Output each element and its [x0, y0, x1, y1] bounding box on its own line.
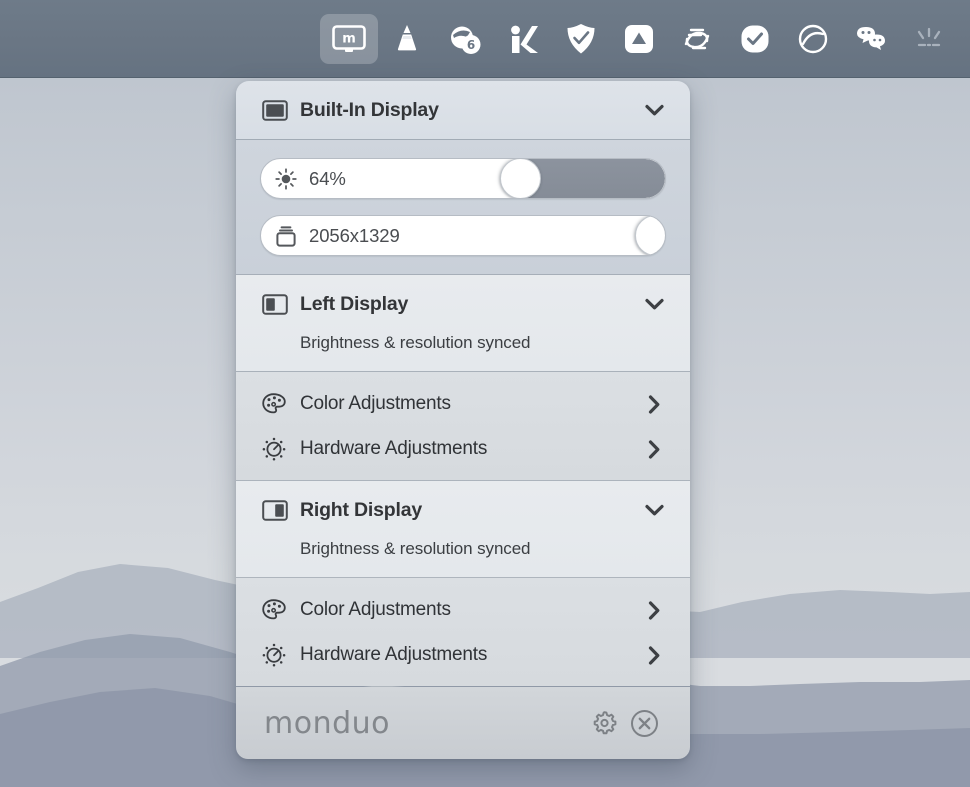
- resolution-slider-thumb[interactable]: [634, 216, 665, 255]
- right-display-subtitle: Brightness & resolution synced: [300, 539, 531, 558]
- close-circle-icon: [630, 709, 658, 737]
- sunbeam-icon: [908, 18, 950, 60]
- svg-text:m: m: [342, 32, 356, 47]
- settings-button[interactable]: [584, 703, 624, 743]
- scroll-reverser-icon: [676, 18, 718, 60]
- resolution-value-label: 2056x1329: [309, 224, 400, 246]
- menubar-item-scroll-reverser[interactable]: [668, 0, 726, 78]
- chevron-right-icon[interactable]: [643, 394, 665, 414]
- right-color-adjustments-row[interactable]: Color Adjustments: [236, 578, 690, 632]
- brightness-slider-fill: [519, 159, 665, 198]
- menu-bar: m 6: [0, 0, 970, 78]
- display-left-icon: [262, 293, 292, 315]
- left-hardware-adjustments-row[interactable]: Hardware Adjustments: [236, 426, 690, 480]
- left-display-title: Left Display: [300, 292, 409, 315]
- display-right-icon: [262, 499, 292, 521]
- todo-check-icon: [734, 18, 776, 60]
- section-left-display: Left Display Brightness & resolution syn…: [236, 275, 690, 371]
- menubar-item-drive[interactable]: [610, 0, 668, 78]
- right-display-header[interactable]: Right Display: [236, 481, 690, 539]
- gear-icon: [593, 710, 616, 734]
- circle-slash-icon: [792, 18, 834, 60]
- panel-footer: monduo: [236, 687, 690, 759]
- menubar-item-wechat[interactable]: [842, 0, 900, 78]
- brightness-slider-thumb[interactable]: [499, 159, 541, 198]
- section-builtin-display: Built-In Display: [236, 81, 690, 139]
- monduo-dropdown-panel: Built-In Display 64% 2056x1329 Left Disp…: [236, 81, 690, 759]
- right-hardware-adjustments-label: Hardware Adjustments: [300, 644, 488, 665]
- section-right-adjustments: Color Adjustments Hardware Adjustments: [236, 578, 690, 686]
- hardware-gauge-icon: [262, 643, 292, 667]
- adguard-icon: [560, 18, 602, 60]
- resolution-slider[interactable]: 2056x1329: [260, 215, 666, 256]
- resolution-stack-icon: [275, 225, 297, 247]
- menubar-item-vlc[interactable]: [378, 0, 436, 78]
- brightness-sun-icon: [275, 167, 297, 190]
- quit-button[interactable]: [624, 703, 664, 743]
- builtin-display-header[interactable]: Built-In Display: [236, 81, 690, 139]
- menubar-item-bartender[interactable]: [784, 0, 842, 78]
- menubar-item-cleaner[interactable]: 6: [436, 0, 494, 78]
- menubar-item-adguard[interactable]: [552, 0, 610, 78]
- palette-icon: [262, 599, 292, 621]
- left-color-adjustments-row[interactable]: Color Adjustments: [236, 372, 690, 426]
- menubar-item-monduo[interactable]: m: [320, 0, 378, 78]
- svg-text:6: 6: [467, 38, 475, 52]
- menubar-item-keka[interactable]: [494, 0, 552, 78]
- right-hardware-adjustments-row[interactable]: Hardware Adjustments: [236, 632, 690, 686]
- chevron-down-icon[interactable]: [643, 504, 665, 516]
- chevron-right-icon[interactable]: [643, 645, 665, 665]
- screen: m 6 Built-In Display 64% 2056x1329 Left …: [0, 0, 970, 787]
- display-builtin-icon: [262, 99, 292, 121]
- right-display-title: Right Display: [300, 498, 422, 521]
- keka-icon: [502, 18, 544, 60]
- chevron-right-icon[interactable]: [643, 439, 665, 459]
- palette-icon: [262, 393, 292, 415]
- section-builtin-sliders: 64% 2056x1329: [236, 140, 690, 274]
- left-hardware-adjustments-label: Hardware Adjustments: [300, 438, 488, 459]
- cleaner-badge-icon: 6: [444, 18, 486, 60]
- monduo-logo: monduo: [264, 705, 391, 741]
- chevron-right-icon[interactable]: [643, 600, 665, 620]
- menubar-item-things[interactable]: [726, 0, 784, 78]
- chevron-down-icon[interactable]: [643, 298, 665, 310]
- left-display-header[interactable]: Left Display: [236, 275, 690, 333]
- section-left-adjustments: Color Adjustments Hardware Adjustments: [236, 372, 690, 480]
- left-color-adjustments-label: Color Adjustments: [300, 393, 451, 414]
- builtin-display-title: Built-In Display: [300, 98, 439, 121]
- hardware-gauge-icon: [262, 437, 292, 461]
- brightness-value-label: 64%: [309, 167, 346, 189]
- right-color-adjustments-label: Color Adjustments: [300, 599, 451, 620]
- left-display-subtitle: Brightness & resolution synced: [300, 333, 531, 352]
- chevron-down-icon[interactable]: [643, 104, 665, 116]
- drive-icon: [618, 18, 660, 60]
- menubar-item-sunbeam[interactable]: [900, 0, 958, 78]
- wechat-icon: [850, 18, 892, 60]
- brightness-slider[interactable]: 64%: [260, 158, 666, 199]
- section-right-display: Right Display Brightness & resolution sy…: [236, 481, 690, 577]
- vlc-icon: [386, 18, 428, 60]
